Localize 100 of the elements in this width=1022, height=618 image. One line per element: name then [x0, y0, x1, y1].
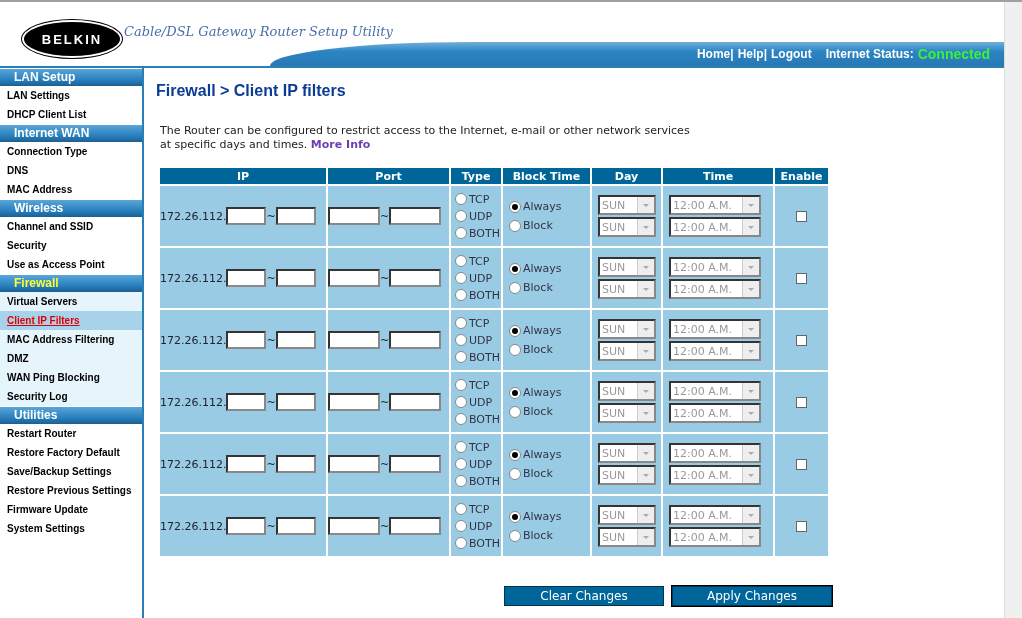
radio-option[interactable]: TCP — [455, 502, 501, 516]
sidebar-item[interactable]: Security Log — [0, 387, 142, 406]
more-info-link[interactable]: More Info — [310, 138, 371, 151]
radio-option[interactable]: Always — [509, 262, 590, 275]
ip-prefix: 172.26.112. — [160, 271, 227, 285]
port-from-field[interactable] — [328, 331, 380, 349]
sidebar-item[interactable]: Connection Type — [0, 142, 142, 161]
radio-option[interactable]: TCP — [455, 254, 501, 268]
ip-prefix: 172.26.112. — [160, 457, 227, 471]
sidebar-item[interactable]: WAN Ping Blocking — [0, 368, 142, 387]
sidebar-item[interactable]: MAC Address — [0, 180, 142, 199]
sidebar-item[interactable]: MAC Address Filtering — [0, 330, 142, 349]
sidebar-item[interactable]: DMZ — [0, 349, 142, 368]
port-to-field[interactable] — [389, 393, 442, 411]
port-from-field[interactable] — [328, 269, 380, 287]
radio-option[interactable]: UDP — [455, 395, 501, 409]
radio-option[interactable]: BOTH — [455, 226, 501, 240]
radio-option[interactable]: Always — [509, 200, 590, 213]
sidebar-item[interactable]: Channel and SSID — [0, 217, 142, 236]
port-from-field[interactable] — [328, 455, 380, 473]
scrollbar[interactable] — [1004, 2, 1022, 618]
radio-option[interactable]: UDP — [455, 457, 501, 471]
radio-option[interactable]: Block — [509, 405, 590, 418]
sidebar-item[interactable]: Use as Access Point — [0, 255, 142, 274]
radio-option[interactable]: Always — [509, 510, 590, 523]
sidebar-item[interactable]: DHCP Client List — [0, 105, 142, 124]
ip-to-field[interactable] — [275, 331, 316, 349]
description: The Router can be configured to restrict access to the Internet, e-mail or other network services at specific days and times. More Info — [160, 124, 690, 152]
radio-option[interactable]: BOTH — [455, 474, 501, 488]
nav-link[interactable]: Help| — [737, 47, 767, 61]
sidebar-item[interactable]: Security — [0, 236, 142, 255]
port-from-field[interactable] — [328, 517, 380, 535]
ip-from-field[interactable] — [226, 207, 267, 225]
sidebar-section-header: Wireless — [0, 199, 142, 217]
sidebar-item[interactable]: Restore Previous Settings — [0, 481, 142, 500]
enable-checkbox[interactable] — [796, 520, 807, 532]
port-to-field[interactable] — [389, 331, 442, 349]
radio-option[interactable]: Block — [509, 529, 590, 542]
ip-from-field[interactable] — [226, 517, 267, 535]
enable-checkbox[interactable] — [796, 396, 807, 408]
ip-from-field[interactable] — [226, 269, 267, 287]
port-from-field[interactable] — [328, 207, 380, 225]
radio-option[interactable]: UDP — [455, 333, 501, 347]
ip-from-field[interactable] — [226, 393, 267, 411]
radio-option[interactable]: TCP — [455, 378, 501, 392]
sidebar-item[interactable]: LAN Settings — [0, 86, 142, 105]
page-title: Firewall > Client IP filters — [156, 82, 347, 100]
sidebar-item[interactable]: Firmware Update — [0, 500, 142, 519]
ip-to-field[interactable] — [275, 455, 316, 473]
ip-from-field[interactable] — [226, 455, 267, 473]
column-header: Type — [451, 168, 501, 184]
sidebar-section-header: Firewall — [0, 274, 142, 292]
ip-to-field[interactable] — [275, 207, 316, 225]
range-separator: ~ — [266, 271, 276, 285]
sidebar-item[interactable]: Save/Backup Settings — [0, 462, 142, 481]
radio-option[interactable]: BOTH — [455, 412, 501, 426]
column-header: Enable — [775, 168, 828, 184]
radio-option[interactable]: Block — [509, 281, 590, 294]
ip-to-field[interactable] — [275, 517, 316, 535]
sidebar-item[interactable]: Virtual Servers — [0, 292, 142, 311]
action-button[interactable]: Apply Changes — [672, 586, 832, 606]
radio-option[interactable]: BOTH — [455, 536, 501, 550]
action-button[interactable]: Clear Changes — [504, 586, 664, 606]
enable-checkbox[interactable] — [796, 458, 807, 470]
radio-option[interactable]: Always — [509, 386, 590, 399]
range-separator: ~ — [266, 519, 276, 533]
ip-from-field[interactable] — [226, 331, 267, 349]
radio-option[interactable]: BOTH — [455, 288, 501, 302]
ip-prefix: 172.26.112. — [160, 333, 227, 347]
nav-link[interactable]: Home| — [696, 47, 734, 61]
sidebar-item[interactable]: Restart Router — [0, 424, 142, 443]
radio-option[interactable]: UDP — [455, 519, 501, 533]
port-from-field[interactable] — [328, 393, 380, 411]
ip-to-field[interactable] — [275, 269, 316, 287]
sidebar-item[interactable]: DNS — [0, 161, 142, 180]
enable-checkbox[interactable] — [796, 334, 807, 346]
radio-option[interactable]: Block — [509, 343, 590, 356]
radio-option[interactable]: Always — [509, 448, 590, 461]
radio-option[interactable]: TCP — [455, 440, 501, 454]
port-to-field[interactable] — [389, 269, 442, 287]
radio-option[interactable]: Always — [509, 324, 590, 337]
sidebar-item[interactable]: Restore Factory Default — [0, 443, 142, 462]
radio-option[interactable]: TCP — [455, 192, 501, 206]
enable-checkbox[interactable] — [796, 272, 807, 284]
port-to-field[interactable] — [389, 207, 442, 225]
range-separator: ~ — [380, 457, 390, 471]
radio-option[interactable]: UDP — [455, 209, 501, 223]
enable-checkbox[interactable] — [796, 210, 807, 222]
ip-to-field[interactable] — [275, 393, 316, 411]
radio-option[interactable]: TCP — [455, 316, 501, 330]
radio-option[interactable]: Block — [509, 467, 590, 480]
port-to-field[interactable] — [389, 455, 442, 473]
column-header: Port — [328, 168, 449, 184]
radio-option[interactable]: BOTH — [455, 350, 501, 364]
column-header: IP — [160, 168, 326, 184]
nav-link[interactable]: Logout — [771, 47, 812, 61]
radio-option[interactable]: Block — [509, 219, 590, 232]
radio-option[interactable]: UDP — [455, 271, 501, 285]
port-to-field[interactable] — [389, 517, 442, 535]
sidebar-item[interactable]: System Settings — [0, 519, 142, 538]
